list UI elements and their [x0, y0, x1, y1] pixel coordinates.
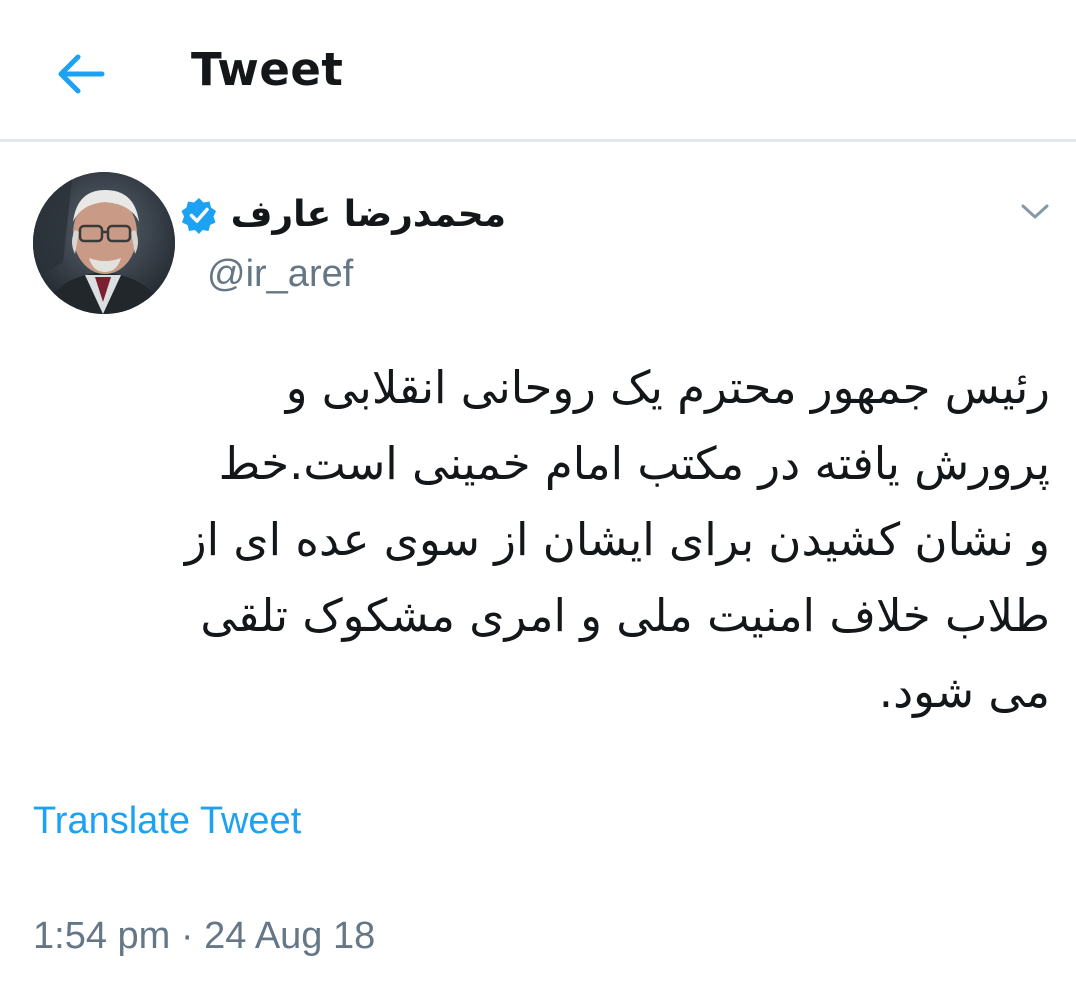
tweet-date: 24 Aug 18: [204, 915, 376, 957]
top-app-bar: Tweet: [0, 0, 1076, 142]
tweet-text: رئیس جمهور محترم یک روحانی انقلابی و پرو…: [40, 350, 1050, 730]
tweet-menu-button[interactable]: [1012, 192, 1058, 232]
author-display-name: محمدرضا عارف: [230, 194, 506, 235]
verified-badge-icon: [179, 195, 219, 235]
tweet-text-line: می شود.: [878, 665, 1050, 718]
translate-tweet-link[interactable]: Translate Tweet: [33, 795, 301, 847]
author-handle[interactable]: @ir_aref: [207, 248, 353, 300]
header-divider: [0, 139, 1076, 142]
avatar[interactable]: [33, 172, 175, 314]
timestamp-separator: ·: [170, 915, 205, 957]
tweet-timestamp: 1:54 pm · 24 Aug 18: [33, 910, 375, 962]
back-button[interactable]: [44, 38, 116, 110]
tweet-time: 1:54 pm: [33, 915, 171, 957]
arrow-left-icon: [58, 54, 105, 94]
tweet-text-line: و نشان کشیدن برای ایشان از سوی عده ای از: [184, 513, 1050, 566]
page-title: Tweet: [191, 43, 344, 96]
tweet-text-line: پرورش یافته در مکتب امام خمینی است.خط: [218, 437, 1050, 490]
author-name-row[interactable]: محمدرضا عارف: [179, 190, 506, 240]
chevron-down-icon: [1021, 204, 1049, 219]
avatar-image: [33, 172, 175, 314]
tweet-text-line: طلاب خلاف امنیت ملی و امری مشکوک تلقی: [200, 589, 1050, 642]
tweet-text-line: رئیس جمهور محترم یک روحانی انقلابی و: [285, 361, 1050, 414]
